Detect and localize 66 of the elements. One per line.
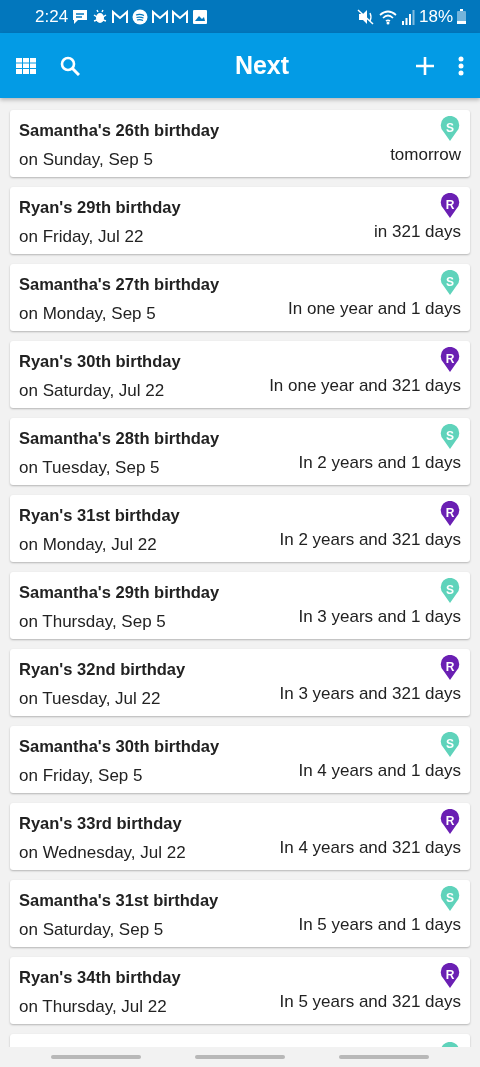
map-pin-icon: S <box>439 886 461 912</box>
mute-icon <box>356 8 375 25</box>
event-title: Ryan's 31st birthday <box>19 505 181 526</box>
relative-time: In 5 years and 321 days <box>279 991 461 1013</box>
event-date: on Tuesday, Sep 5 <box>19 456 161 479</box>
map-pin-icon: R <box>439 963 461 989</box>
map-pin-icon: S <box>439 424 461 450</box>
relative-time: In 4 years and 321 days <box>279 837 461 859</box>
event-title: Ryan's 30th birthday <box>19 351 182 372</box>
relative-time: In 2 years and 1 days <box>298 452 461 474</box>
event-date: on Saturday, Sep 5 <box>19 918 165 941</box>
event-title: Samantha's 29th birthday <box>19 582 221 603</box>
map-pin-icon: S <box>439 578 461 604</box>
grid-icon[interactable] <box>16 57 36 74</box>
event-title: Ryan's 33rd birthday <box>19 813 183 834</box>
map-pin-icon: R <box>439 655 461 681</box>
signal-icon <box>400 8 415 25</box>
event-date: on Thursday, Jul 22 <box>19 995 168 1018</box>
mail-icon <box>152 8 169 25</box>
event-title: Samantha's 27th birthday <box>19 274 221 295</box>
relative-time: in 321 days <box>374 221 461 243</box>
event-title: Ryan's 29th birthday <box>19 197 182 218</box>
map-pin-icon: S <box>439 732 461 758</box>
map-pin-icon: R <box>439 809 461 835</box>
map-pin-icon: R <box>439 193 461 219</box>
more-options-icon[interactable] <box>458 55 464 76</box>
map-pin-icon: R <box>439 347 461 373</box>
event-title: Samantha's 30th birthday <box>19 736 221 757</box>
music-icon <box>132 8 149 25</box>
battery-icon <box>457 9 466 24</box>
map-pin-icon: R <box>439 501 461 527</box>
relative-time: In one year and 1 days <box>288 298 461 320</box>
event-date: on Friday, Jul 22 <box>19 225 145 248</box>
clock-time: 2:24 <box>35 5 69 28</box>
event-date: on Saturday, Jul 22 <box>19 379 166 402</box>
event-title: Ryan's 32nd birthday <box>19 659 187 680</box>
wifi-icon <box>378 8 397 25</box>
event-date: on Thursday, Sep 5 <box>19 610 167 633</box>
map-pin-icon: S <box>439 116 461 142</box>
event-date: on Tuesday, Jul 22 <box>19 687 162 710</box>
event-date: on Sunday, Sep 5 <box>19 148 154 171</box>
relative-time: In 5 years and 1 days <box>298 914 461 936</box>
relative-time: tomorrow <box>390 144 461 166</box>
event-title: Ryan's 34th birthday <box>19 967 182 988</box>
event-title: Samantha's 31st birthday <box>19 890 220 911</box>
relative-time: In 3 years and 321 days <box>279 683 461 705</box>
relative-time: In 4 years and 1 days <box>298 760 461 782</box>
mail-icon <box>172 8 189 25</box>
map-pin-icon: S <box>439 270 461 296</box>
relative-time: In 3 years and 1 days <box>298 606 461 628</box>
event-date: on Monday, Jul 22 <box>19 533 158 556</box>
bug-icon <box>92 8 109 25</box>
battery-percent: 18% <box>418 5 453 28</box>
event-date: on Monday, Sep 5 <box>19 302 157 325</box>
event-date: on Wednesday, Jul 22 <box>19 841 187 864</box>
relative-time: In 2 years and 321 days <box>279 529 461 551</box>
message-icon <box>72 8 89 25</box>
add-icon[interactable] <box>416 56 434 75</box>
search-icon[interactable] <box>60 55 80 76</box>
event-title: Samantha's 26th birthday <box>19 120 221 141</box>
event-title: Samantha's 28th birthday <box>19 428 221 449</box>
image-icon <box>192 8 209 25</box>
relative-time: In one year and 321 days <box>269 375 461 397</box>
mail-icon <box>112 8 129 25</box>
screen-title: Next <box>234 50 290 79</box>
event-date: on Friday, Sep 5 <box>19 764 144 787</box>
